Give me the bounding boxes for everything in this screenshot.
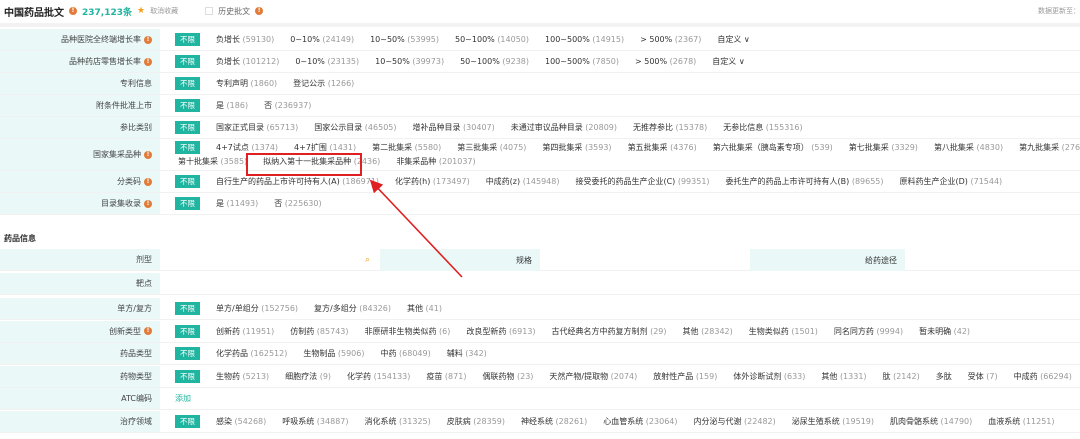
annotation-arrow [369,179,463,278]
